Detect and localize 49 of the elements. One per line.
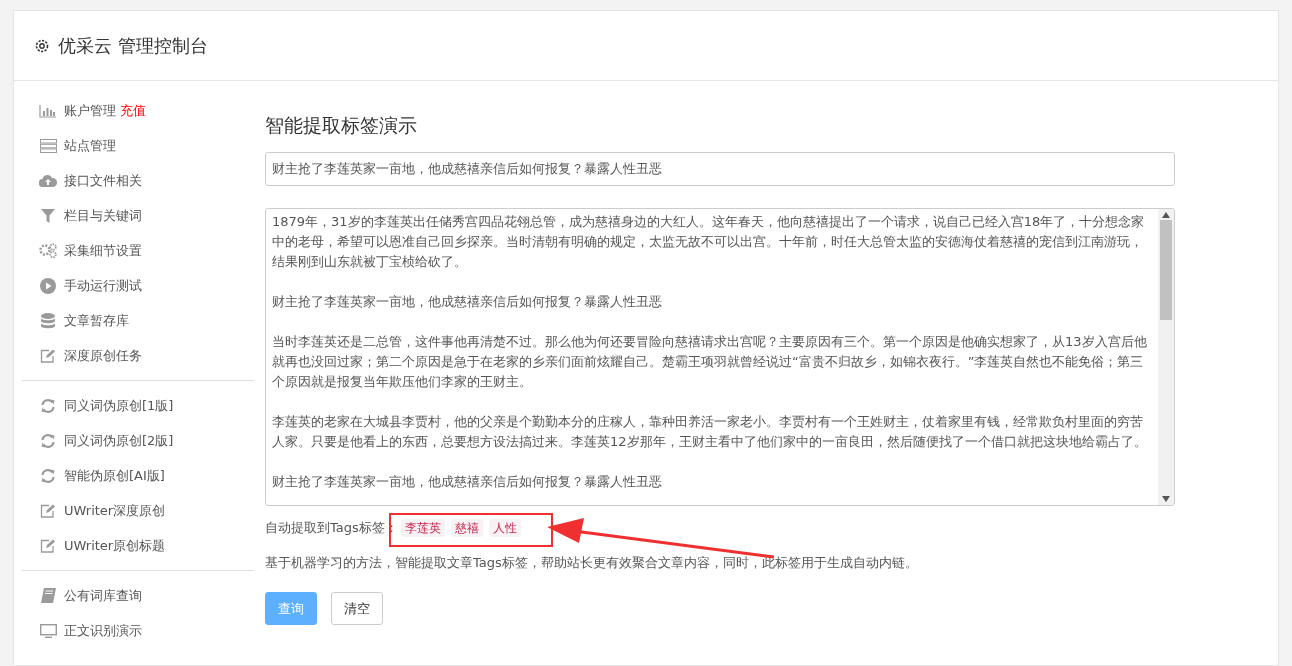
sidebar-link[interactable]: 账户管理 bbox=[64, 100, 116, 121]
gears-icon bbox=[39, 243, 57, 258]
article-paragraph: 当时李莲英还是二总管，这件事他再清楚不过。那么他为何还要冒险向慈禧请求出宫呢？主要原因有三个。第一个原因是他确实想家了，从13岁入宫后他就再也没回过家；第二个原因是急于在老家的乡亲们面前炫耀自己。楚霸王项羽就曾经说过“富贵不归故乡，如锦衣夜行。”李莲英自然也不能免俗；第三个原因就是报复当年欺压他们李家的王财主。 bbox=[272, 332, 1148, 391]
title-field[interactable]: 财主抢了李莲英家一亩地，他成慈禧亲信后如何报复？暴露人性丑恶 bbox=[265, 151, 1175, 186]
article-paragraph: 财主抢了李莲英家一亩地，他成慈禧亲信后如何报复？暴露人性丑恶 bbox=[272, 292, 663, 311]
scroll-down-icon[interactable] bbox=[1162, 495, 1170, 502]
article-paragraph: 1879年，31岁的李莲英出任储秀宫四品花翎总管，成为慈禧身边的大红人。这年春天，他向慈禧提出了一个请求，说自己已经入宫18年了，十分想念家中的老母，希望可以恩准自己回乡探亲。当时清朝有明确的规定，太监无故不可以出宫。十年前，时任大总管太监的安德海仗着慈禧的宠信到江南游玩，结果刚到山东就被丁宝桢给砍了。 bbox=[272, 212, 1146, 271]
database-icon bbox=[41, 312, 55, 329]
edit-icon bbox=[40, 348, 56, 363]
sidebar-link[interactable]: 采集细节设置 bbox=[64, 240, 142, 261]
tags-label: 自动提取到Tags标签： bbox=[265, 518, 398, 537]
sidebar-link[interactable]: 智能伪原创[AI版] bbox=[64, 465, 165, 486]
sidebar-link[interactable]: 站点管理 bbox=[64, 135, 116, 156]
sidebar-link[interactable]: 栏目与关键词 bbox=[64, 205, 142, 226]
article-paragraph: 李莲英的老家在大城县李贾村，他的父亲是个勤勤本分的庄稼人，靠种田养活一家老小。李贾村有一个王姓财主，仗着家里有钱，经常欺负村里面的穷苦人家。只要是他看上的东西，总要想方设法搞过来。李莲英12岁那年，王财主看中了他们家中的一亩良田，然后随便找了一个借口就把这块地给霸占了。 bbox=[272, 412, 1148, 451]
edit-icon bbox=[40, 538, 56, 553]
refresh-icon bbox=[40, 397, 56, 414]
sidebar-link[interactable]: 同义词伪原创[1版] bbox=[64, 395, 174, 416]
cloud-upload-icon bbox=[39, 174, 57, 187]
settings-icon bbox=[34, 37, 50, 54]
sidebar-link[interactable]: 接口文件相关 bbox=[64, 170, 142, 191]
console-title: 优采云 管理控制台 bbox=[58, 34, 208, 58]
sidebar-link[interactable]: 深度原创任务 bbox=[64, 345, 142, 366]
sidebar-link[interactable]: 手动运行测试 bbox=[64, 275, 142, 296]
sidebar-link[interactable]: 同义词伪原创[2版] bbox=[64, 430, 174, 451]
tag: 李莲英 bbox=[400, 518, 445, 537]
bar-chart-icon bbox=[39, 103, 57, 118]
refresh-icon bbox=[40, 467, 56, 484]
sidebar-link[interactable]: 文章暂存库 bbox=[64, 310, 129, 331]
recharge-link[interactable]: 充值 bbox=[120, 100, 146, 121]
sidebar-link[interactable]: UWriter原创标题 bbox=[64, 535, 166, 556]
server-icon bbox=[39, 138, 57, 153]
sidebar-link[interactable]: UWriter深度原创 bbox=[64, 500, 166, 521]
scrollbar[interactable] bbox=[1158, 208, 1174, 505]
edit-icon bbox=[40, 503, 56, 518]
sidebar-link[interactable]: 公有词库查询 bbox=[64, 585, 142, 606]
refresh-icon bbox=[40, 432, 56, 449]
description-text: 基于机器学习的方法，智能提取文章Tags标签，帮助站长更有效聚合文章内容，同时，此标签用于生成自动内链。 bbox=[265, 553, 919, 572]
monitor-icon bbox=[39, 623, 57, 638]
clear-button[interactable]: 清空 bbox=[331, 592, 383, 625]
book-icon bbox=[40, 588, 56, 603]
tag: 人性 bbox=[488, 518, 521, 537]
section-heading: 智能提取标签演示 bbox=[265, 113, 418, 138]
article-paragraph: 财主抢了李莲英家一亩地，他成慈禧亲信后如何报复？暴露人性丑恶 bbox=[272, 472, 663, 491]
article-field[interactable] bbox=[265, 207, 1175, 506]
tag: 慈禧 bbox=[450, 518, 483, 537]
filter-icon bbox=[41, 208, 55, 223]
sidebar-link[interactable]: 正文识别演示 bbox=[64, 620, 142, 641]
play-icon bbox=[40, 277, 56, 294]
